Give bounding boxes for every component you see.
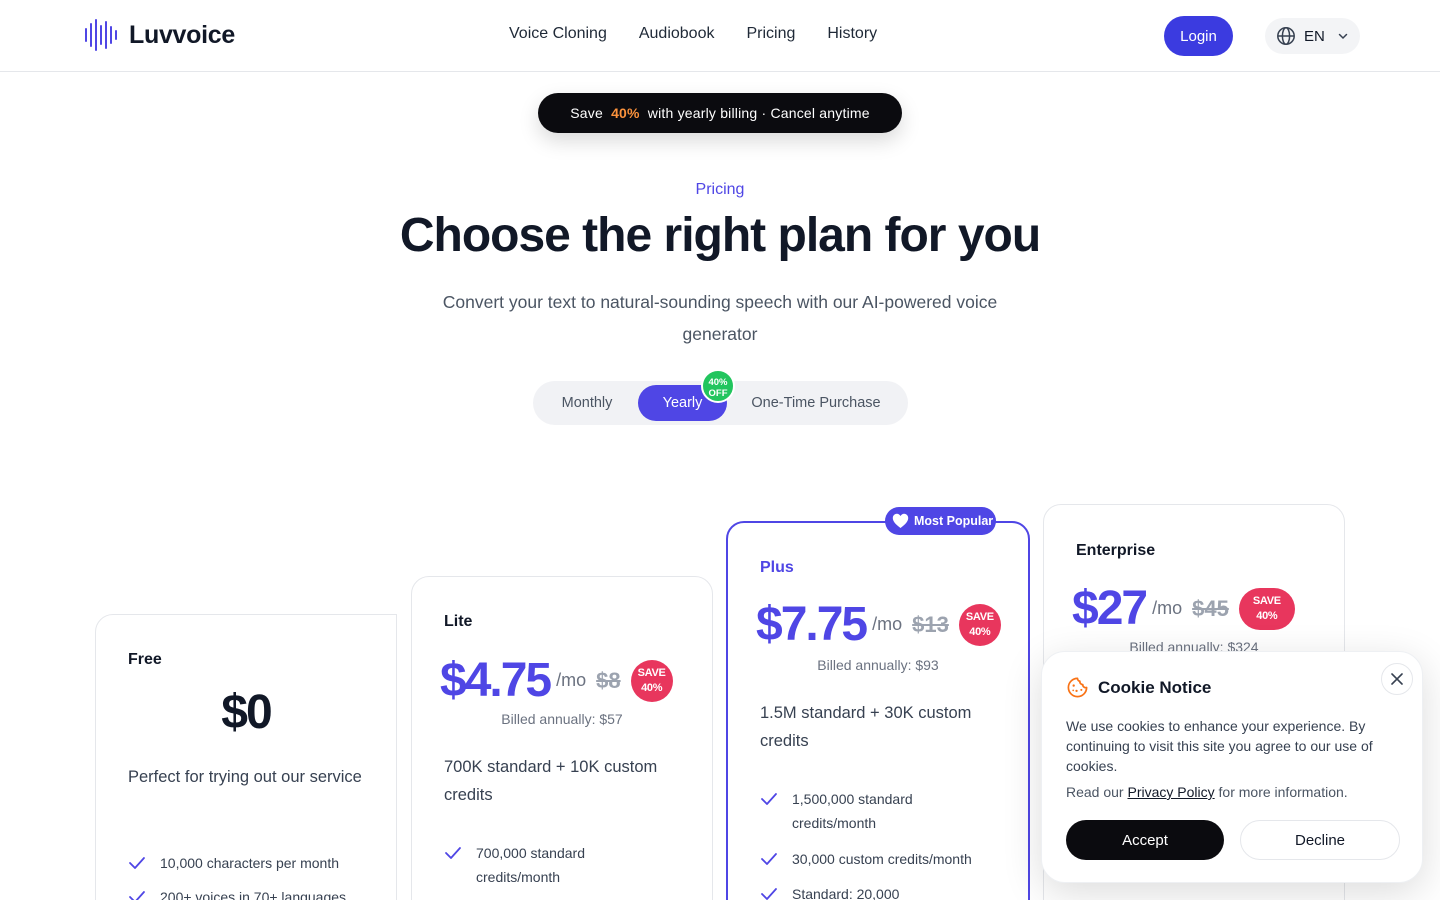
save-badge-percent: 40% (969, 625, 991, 638)
plan-description: Perfect for trying out our service (128, 768, 362, 786)
check-icon (444, 841, 462, 865)
discount-badge-off: OFF (708, 388, 728, 399)
plan-name: Free (128, 651, 162, 668)
price-period: /mo (556, 670, 587, 690)
close-icon (1391, 673, 1403, 685)
privacy-policy-link[interactable]: Privacy Policy (1127, 784, 1214, 800)
feature-text: Standard: 20,000 (792, 886, 900, 900)
plan-card-plus: Plus $7.75 /mo $13 SAVE 40% Billed annua… (726, 521, 1030, 900)
yearly-savings-banner: Save 40% with yearly billing · Cancel an… (538, 93, 902, 133)
original-price: $8 (596, 667, 621, 693)
price-row: $4.75 /mo $8 SAVE 40% (440, 653, 673, 708)
nav-history[interactable]: History (827, 25, 877, 43)
cookie-more-prefix: Read our (1066, 784, 1128, 800)
section-eyebrow: Pricing (695, 181, 745, 198)
price-period: /mo (1152, 598, 1183, 618)
plan-name: Plus (760, 559, 794, 576)
original-price: $13 (912, 611, 949, 637)
discount-badge-percent: 40% (708, 377, 728, 388)
plan-name: Lite (444, 613, 473, 630)
price-row: $27 /mo $45 SAVE 40% (1072, 581, 1295, 636)
save-badge-label: SAVE (965, 610, 994, 623)
save-badge: SAVE 40% (1238, 587, 1295, 630)
feature-text: 200+ voices in 70+ languages (160, 889, 347, 900)
billing-option-monthly[interactable]: Monthly (541, 385, 633, 421)
main-nav: Voice Cloning Audiobook Pricing History (509, 25, 877, 43)
cookie-notice: Cookie Notice We use cookies to enhance … (1041, 651, 1423, 883)
original-price: $45 (1192, 595, 1229, 621)
billed-annually: Billed annually: $93 (817, 657, 939, 673)
login-button[interactable]: Login (1164, 16, 1233, 56)
plan-price: $27 (1072, 582, 1148, 635)
cookie-more-suffix: for more information. (1214, 784, 1348, 800)
check-icon (760, 847, 778, 871)
feature-item: 700,000 standard credits/month (444, 841, 664, 889)
save-badge-percent: 40% (1256, 609, 1278, 622)
promo-suffix: with yearly billing · Cancel anytime (643, 105, 870, 121)
decline-cookies-button[interactable]: Decline (1240, 820, 1400, 860)
cookie-policy-line: Read our Privacy Policy for more informa… (1066, 784, 1348, 800)
plan-description: 700K standard + 10K custom credits (444, 758, 658, 804)
waveform-logo-icon (85, 19, 117, 51)
plan-card-lite: Lite $4.75 /mo $8 SAVE 40% Billed annual… (411, 576, 713, 900)
nav-pricing[interactable]: Pricing (746, 25, 795, 43)
nav-voice-cloning[interactable]: Voice Cloning (509, 25, 607, 43)
chevron-down-icon (1338, 33, 1348, 40)
save-badge-label: SAVE (1252, 594, 1281, 607)
language-code: EN (1304, 27, 1325, 45)
plan-price: $7.75 (756, 598, 868, 651)
feature-item: 1,500,000 standard credits/month (760, 787, 980, 835)
feature-item: 30,000 custom credits/month (760, 847, 972, 871)
accept-cookies-button[interactable]: Accept (1066, 820, 1224, 860)
page-title: Choose the right plan for you (399, 209, 1041, 262)
page-subtitle: Convert your text to natural-sounding sp… (442, 292, 998, 344)
heart-icon (892, 513, 909, 528)
cookie-header: Cookie Notice (1066, 676, 1211, 699)
brand-name: Luvvoice (129, 20, 235, 49)
close-cookie-button[interactable] (1381, 663, 1413, 695)
plan-price: $0 (221, 686, 272, 739)
feature-item: 10,000 characters per month (128, 851, 339, 875)
plan-description: 1.5M standard + 30K custom credits (760, 704, 972, 750)
feature-item: Standard: 20,000 (760, 882, 899, 900)
discount-badge: 40% OFF (701, 369, 735, 403)
promo-percent: 40% (611, 105, 640, 121)
most-popular-badge: Most Popular (885, 507, 996, 535)
check-icon (128, 851, 146, 875)
check-icon (760, 787, 778, 811)
plan-card-free: Free $0 Perfect for trying out our servi… (95, 614, 397, 900)
cookie-icon (1067, 677, 1088, 698)
logo[interactable]: Luvvoice (83, 17, 235, 53)
nav-audiobook[interactable]: Audiobook (639, 25, 715, 43)
feature-text: 1,500,000 standard credits/month (792, 791, 913, 831)
price-period: /mo (872, 614, 903, 634)
plan-name: Enterprise (1076, 542, 1156, 559)
billed-annually: Billed annually: $57 (501, 711, 623, 727)
site-header: Luvvoice Voice Cloning Audiobook Pricing… (0, 0, 1440, 72)
billing-option-one-time[interactable]: One-Time Purchase (738, 385, 894, 421)
globe-icon (1277, 27, 1295, 45)
save-badge: SAVE 40% (630, 659, 673, 702)
feature-text: 700,000 standard credits/month (476, 845, 585, 885)
feature-item: 200+ voices in 70+ languages (128, 885, 346, 900)
check-icon (760, 882, 778, 900)
most-popular-label: Most Popular (914, 514, 994, 528)
language-selector[interactable]: EN (1265, 18, 1360, 54)
check-icon (128, 885, 146, 900)
feature-text: 30,000 custom credits/month (792, 851, 972, 867)
save-badge-label: SAVE (637, 666, 666, 679)
cookie-message: We use cookies to enhance your experienc… (1066, 718, 1373, 774)
save-badge-percent: 40% (641, 681, 663, 694)
promo-prefix: Save (570, 105, 608, 121)
save-badge: SAVE 40% (958, 603, 1001, 646)
feature-text: 10,000 characters per month (160, 855, 339, 871)
plan-price: $4.75 (440, 654, 552, 707)
cookie-title: Cookie Notice (1098, 677, 1212, 697)
price-row: $7.75 /mo $13 SAVE 40% (756, 597, 1001, 652)
